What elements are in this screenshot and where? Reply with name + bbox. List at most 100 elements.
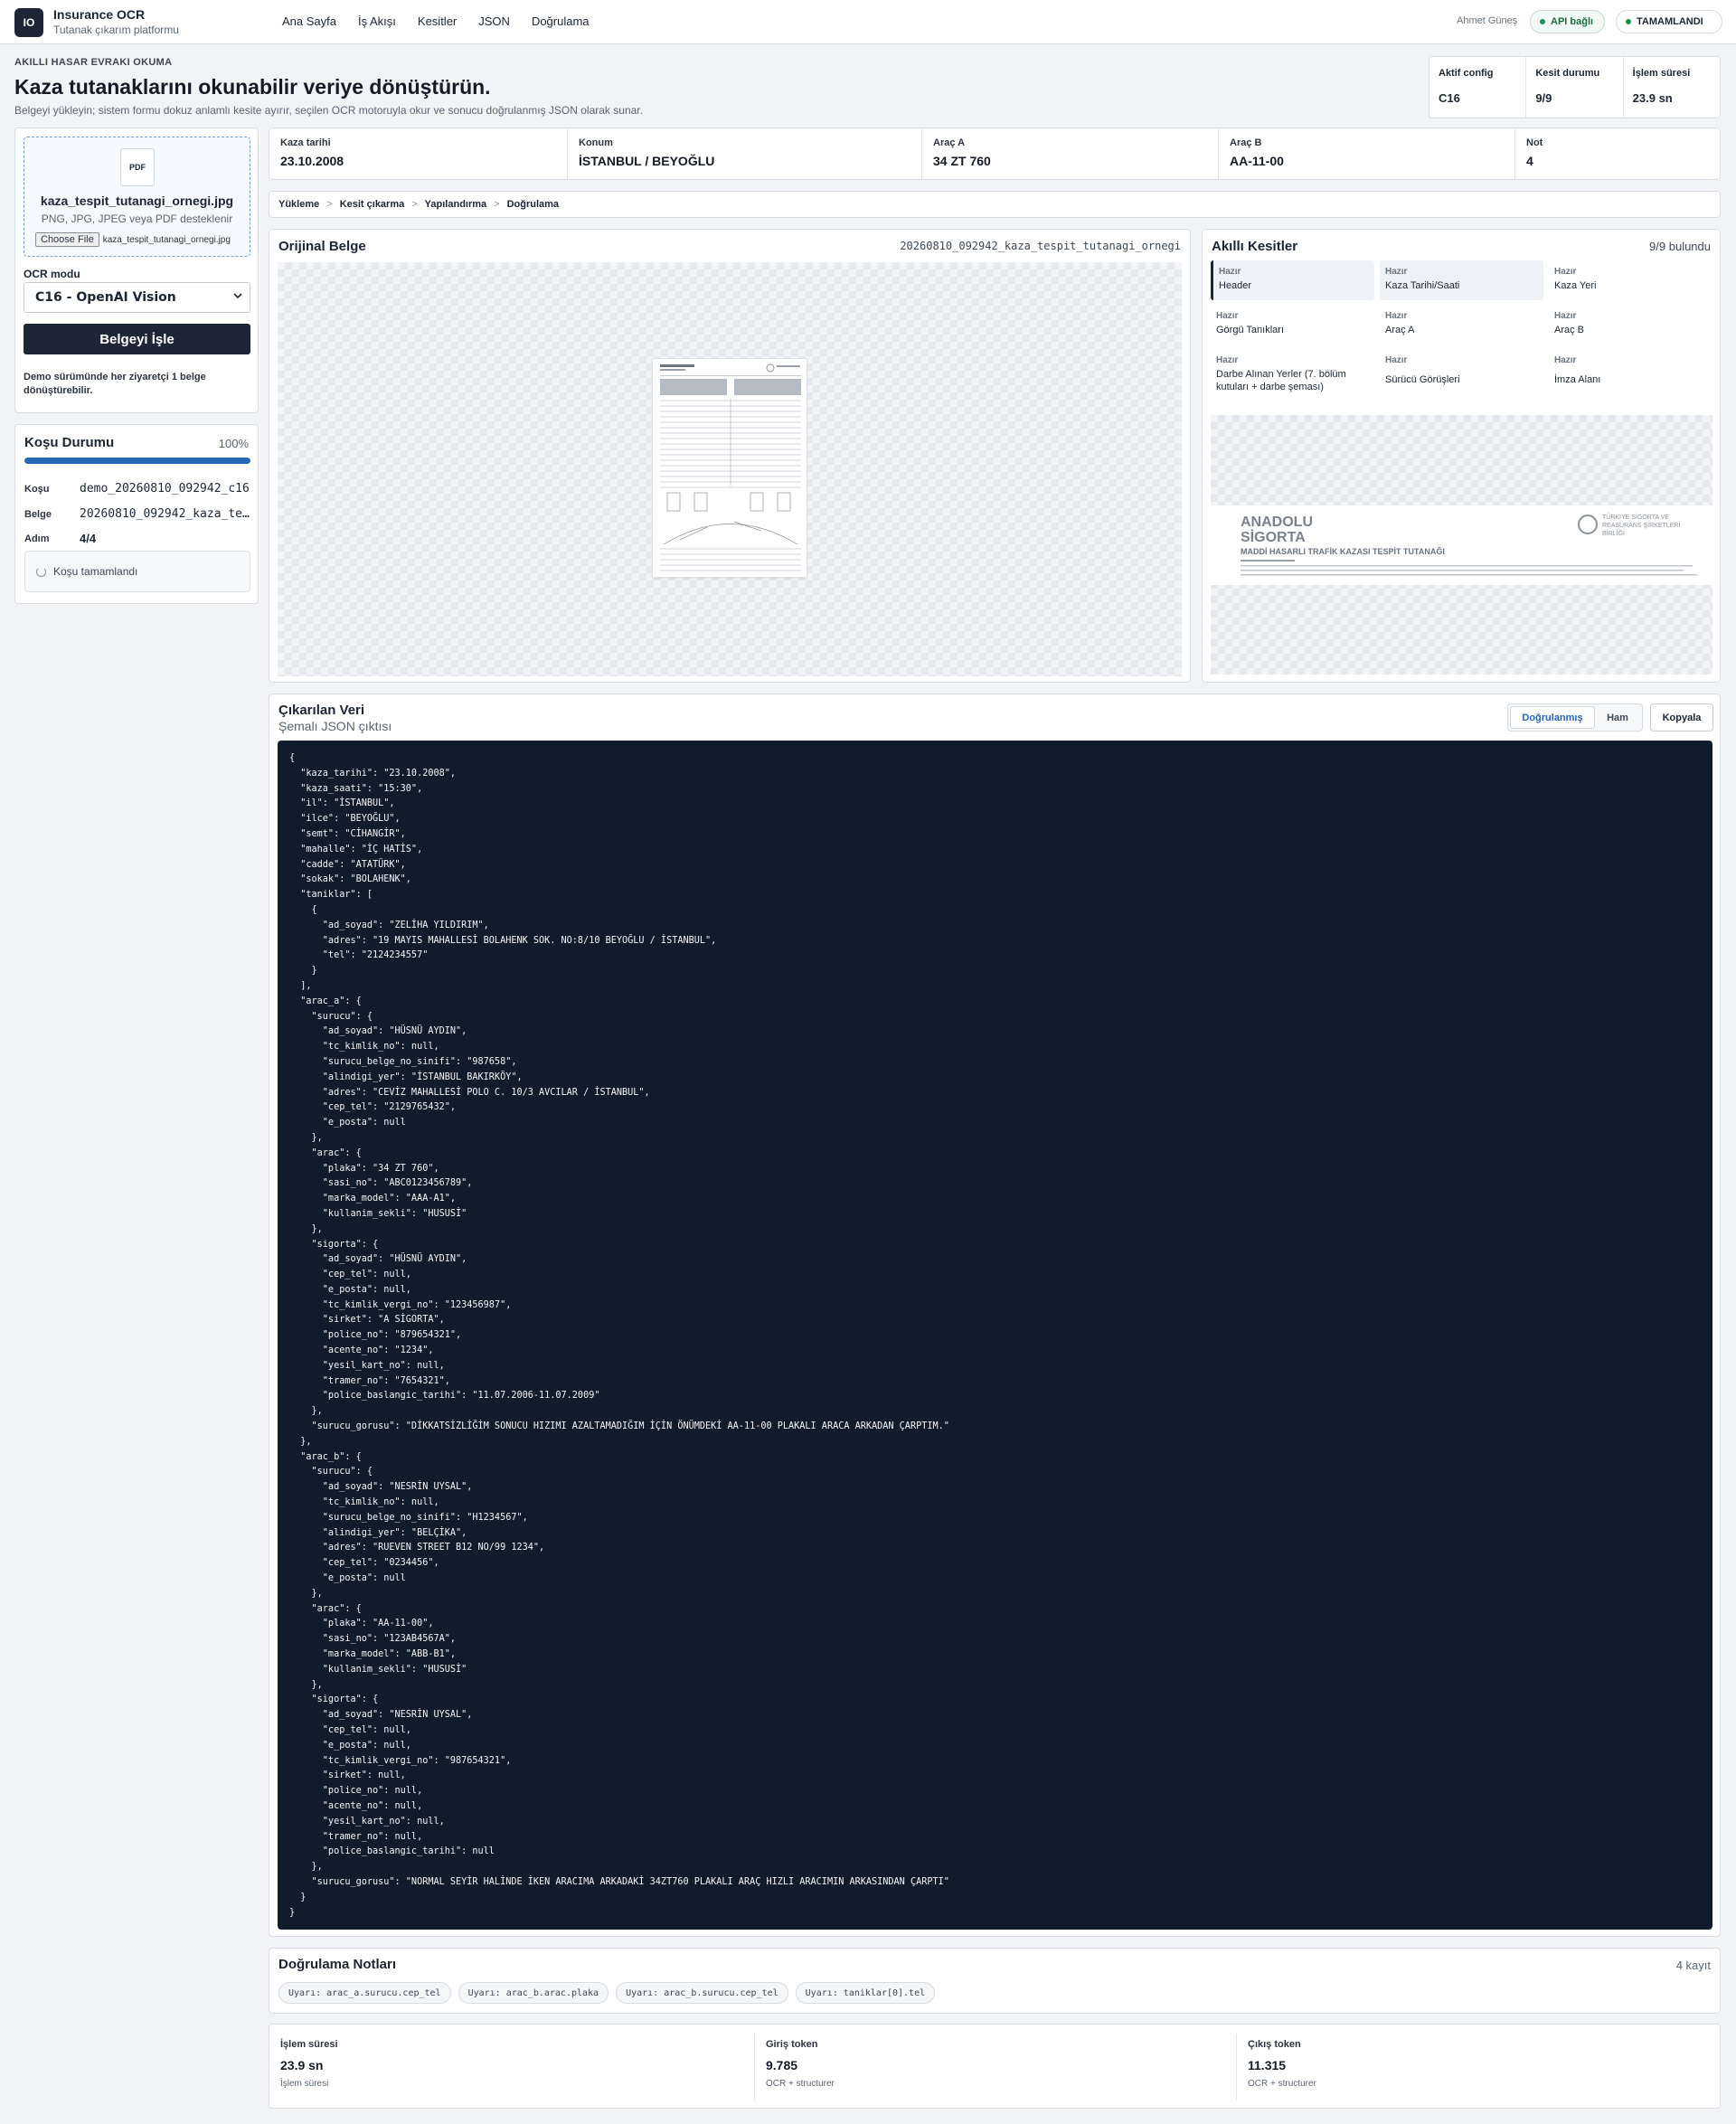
original-document-title: Orijinal Belge (278, 239, 366, 254)
api-status-label: API bağlı (1551, 16, 1594, 27)
nav-validation[interactable]: Doğrulama (532, 14, 590, 28)
file-type-hint: PNG, JPG, JPEG veya PDF desteklenir (41, 212, 233, 225)
breadcrumb-separator-icon: > (411, 199, 418, 210)
union-logo-icon (1578, 514, 1598, 534)
demo-note: Demo sürümünde her ziyaretçi 1 belge dön… (24, 372, 206, 396)
json-view-toggle: Doğrulanmış Ham (1507, 703, 1643, 732)
run-complete-label: TAMAMLANDI (1637, 16, 1703, 27)
document-page-image (660, 363, 801, 571)
metric-input-tokens: Giriş token 9.785 OCR + structurer (766, 2039, 835, 2089)
breadcrumb-validation[interactable]: Doğrulama (507, 199, 559, 210)
preview-brand: ANADOLU SİGORTA (1241, 514, 1313, 545)
segment-accident-location[interactable]: Hazır Kaza Yeri (1549, 260, 1712, 300)
segment-preview-image: ANADOLU SİGORTA MADDİ HASARLI TRAFİK KAZ… (1211, 505, 1712, 585)
validation-note[interactable]: Uyarı: taniklar[0].tel (795, 1982, 936, 2004)
breadcrumb-segment[interactable]: Kesit çıkarma (340, 199, 405, 210)
app-logo[interactable]: IO (14, 8, 43, 37)
main-nav: Ana Sayfa İş Akışı Kesitler JSON Doğrula… (282, 14, 590, 28)
nav-home[interactable]: Ana Sayfa (282, 14, 336, 28)
summary-strip: Kaza tarihi 23.10.2008 Konum İSTANBUL / … (269, 127, 1721, 180)
run-status-card: Koşu Durumu 100% Koşu demo_20260810_0929… (14, 424, 259, 604)
run-status-text: Koşu tamamlandı (53, 565, 138, 578)
nav-segments[interactable]: Kesitler (418, 14, 457, 28)
file-dropzone[interactable]: PDF kaza_tespit_tutanagi_ornegi.jpg PNG,… (24, 137, 250, 257)
summary-location: Konum İSTANBUL / BEYOĞLU (568, 128, 922, 179)
validation-note[interactable]: Uyarı: arac_b.arac.plaka (458, 1982, 609, 2004)
run-row-value: 4/4 (80, 532, 97, 545)
original-file-name: 20260810_092942_kaza_tespit_tutanagi_orn… (900, 240, 1181, 252)
toggle-raw[interactable]: Ham (1595, 706, 1640, 729)
document-thumbnail[interactable] (652, 358, 807, 578)
breadcrumb-separator-icon: > (494, 199, 500, 210)
run-row-label: Adım (24, 533, 50, 544)
run-row-value: demo_20260810_092942_c16 (80, 482, 250, 496)
copy-json-button[interactable]: Kopyala (1650, 703, 1713, 732)
segments-count: 9/9 bulundu (1649, 240, 1711, 253)
stat-processing-time: İşlem süresi 23.9 sn (1632, 68, 1691, 105)
run-progress-percent: 100% (218, 437, 249, 450)
validation-note[interactable]: Uyarı: arac_b.surucu.cep_tel (616, 1982, 788, 2004)
segments-title: Akıllı Kesitler (1212, 239, 1298, 254)
choose-file-button[interactable]: Choose File (35, 232, 99, 247)
breadcrumb-separator-icon: > (326, 199, 333, 210)
validation-chips: Uyarı: arac_a.surucu.cep_tel Uyarı: arac… (278, 1982, 942, 2004)
run-progress-bar (24, 458, 250, 464)
ocr-mode-value: C16 - OpenAI Vision (35, 290, 176, 305)
ocr-mode-label: OCR modu (24, 268, 80, 280)
metric-output-tokens: Çıkış token 11.315 OCR + structurer (1248, 2039, 1316, 2089)
api-status-badge: API bağlı (1530, 10, 1605, 33)
run-status-title: Koşu Durumu (24, 435, 115, 450)
json-output[interactable]: { "kaza_tarihi": "23.10.2008", "kaza_saa… (278, 741, 1712, 1930)
breadcrumb: Yükleme > Kesit çıkarma > Yapılandırma >… (269, 191, 1721, 218)
run-row-label: Belge (24, 509, 52, 520)
segment-signature-area[interactable]: Hazır İmza Alanı (1549, 349, 1712, 400)
validation-note[interactable]: Uyarı: arac_a.surucu.cep_tel (278, 1982, 451, 2004)
breadcrumb-upload[interactable]: Yükleme (278, 199, 319, 210)
preview-text-lines (1241, 560, 1697, 576)
run-stats: Aktif config C16 Kesit durumu 9/9 İşlem … (1429, 56, 1721, 118)
stat-segment-status: Kesit durumu 9/9 (1526, 57, 1624, 118)
metrics-panel: İşlem süresi 23.9 sn İşlem süresi Giriş … (269, 2024, 1721, 2109)
ocr-mode-select[interactable]: C16 - OpenAI Vision (24, 282, 250, 313)
segment-header[interactable]: Hazır Header (1211, 260, 1374, 300)
run-row-label: Koşu (24, 484, 50, 495)
pdf-file-icon: PDF (120, 148, 155, 186)
breadcrumb-structure[interactable]: Yapılandırma (425, 199, 486, 210)
spinner-icon (36, 566, 46, 577)
nav-json[interactable]: JSON (478, 14, 510, 28)
status-dot-icon (1626, 19, 1631, 24)
summary-vehicle-a: Araç A 34 ZT 760 (922, 128, 1219, 179)
segment-vehicle-a[interactable]: Hazır Araç A (1380, 305, 1543, 345)
upload-card: PDF kaza_tespit_tutanagi_ornegi.jpg PNG,… (14, 127, 259, 413)
process-document-button[interactable]: Belgeyi İşle (24, 324, 250, 354)
segment-driver-statements[interactable]: Hazır Sürücü Görüşleri (1380, 349, 1543, 400)
hero-eyebrow: AKILLI HASAR EVRAKI OKUMA (14, 57, 173, 68)
summary-vehicle-b: Araç B AA-11-00 (1219, 128, 1515, 179)
document-viewer[interactable] (278, 262, 1182, 676)
segment-accident-datetime[interactable]: Hazır Kaza Tarihi/Saati (1380, 260, 1543, 300)
uploaded-file-name: kaza_tespit_tutanagi_ornegi.jpg (40, 194, 234, 208)
preview-union-name: TÜRKİYE SİGORTA VE REASÜRANS ŞİRKETLERİ … (1602, 514, 1681, 537)
original-document-panel: Orijinal Belge 20260810_092942_kaza_tesp… (269, 229, 1191, 683)
run-progress-fill (24, 458, 250, 464)
segment-vehicle-b[interactable]: Hazır Araç B (1549, 305, 1712, 345)
run-complete-badge: TAMAMLANDI (1616, 10, 1722, 33)
smart-segments-panel: Akıllı Kesitler 9/9 bulundu Hazır Header… (1202, 229, 1721, 683)
summary-note-count: Not 4 (1526, 137, 1543, 168)
app-title: Insurance OCR (53, 7, 146, 22)
stat-active-config: Aktif config C16 (1429, 57, 1527, 118)
extracted-data-title: Çıkarılan Veri (278, 703, 365, 718)
segment-impact-areas[interactable]: Hazır Darbe Alınan Yerler (7. bölüm kutu… (1211, 349, 1374, 400)
user-name[interactable]: Ahmet Güneş (1457, 15, 1517, 26)
validation-title: Doğrulama Notları (278, 1957, 397, 1972)
page-title: Kaza tutanaklarını okunabilir veriye dön… (14, 75, 491, 99)
status-dot-icon (1540, 19, 1545, 24)
top-bar: IO Insurance OCR Tutanak çıkarım platfor… (0, 0, 1736, 44)
segment-witnesses[interactable]: Hazır Görgü Tanıkları (1211, 305, 1374, 345)
segment-preview[interactable]: ANADOLU SİGORTA MADDİ HASARLI TRAFİK KAZ… (1211, 415, 1712, 675)
chevron-down-icon (233, 291, 242, 303)
toggle-validated[interactable]: Doğrulanmış (1510, 706, 1595, 729)
preview-form-title: MADDİ HASARLI TRAFİK KAZASI TESPİT TUTAN… (1241, 547, 1445, 556)
validation-count: 4 kayıt (1675, 1959, 1711, 1972)
nav-workflow[interactable]: İş Akışı (358, 14, 396, 28)
